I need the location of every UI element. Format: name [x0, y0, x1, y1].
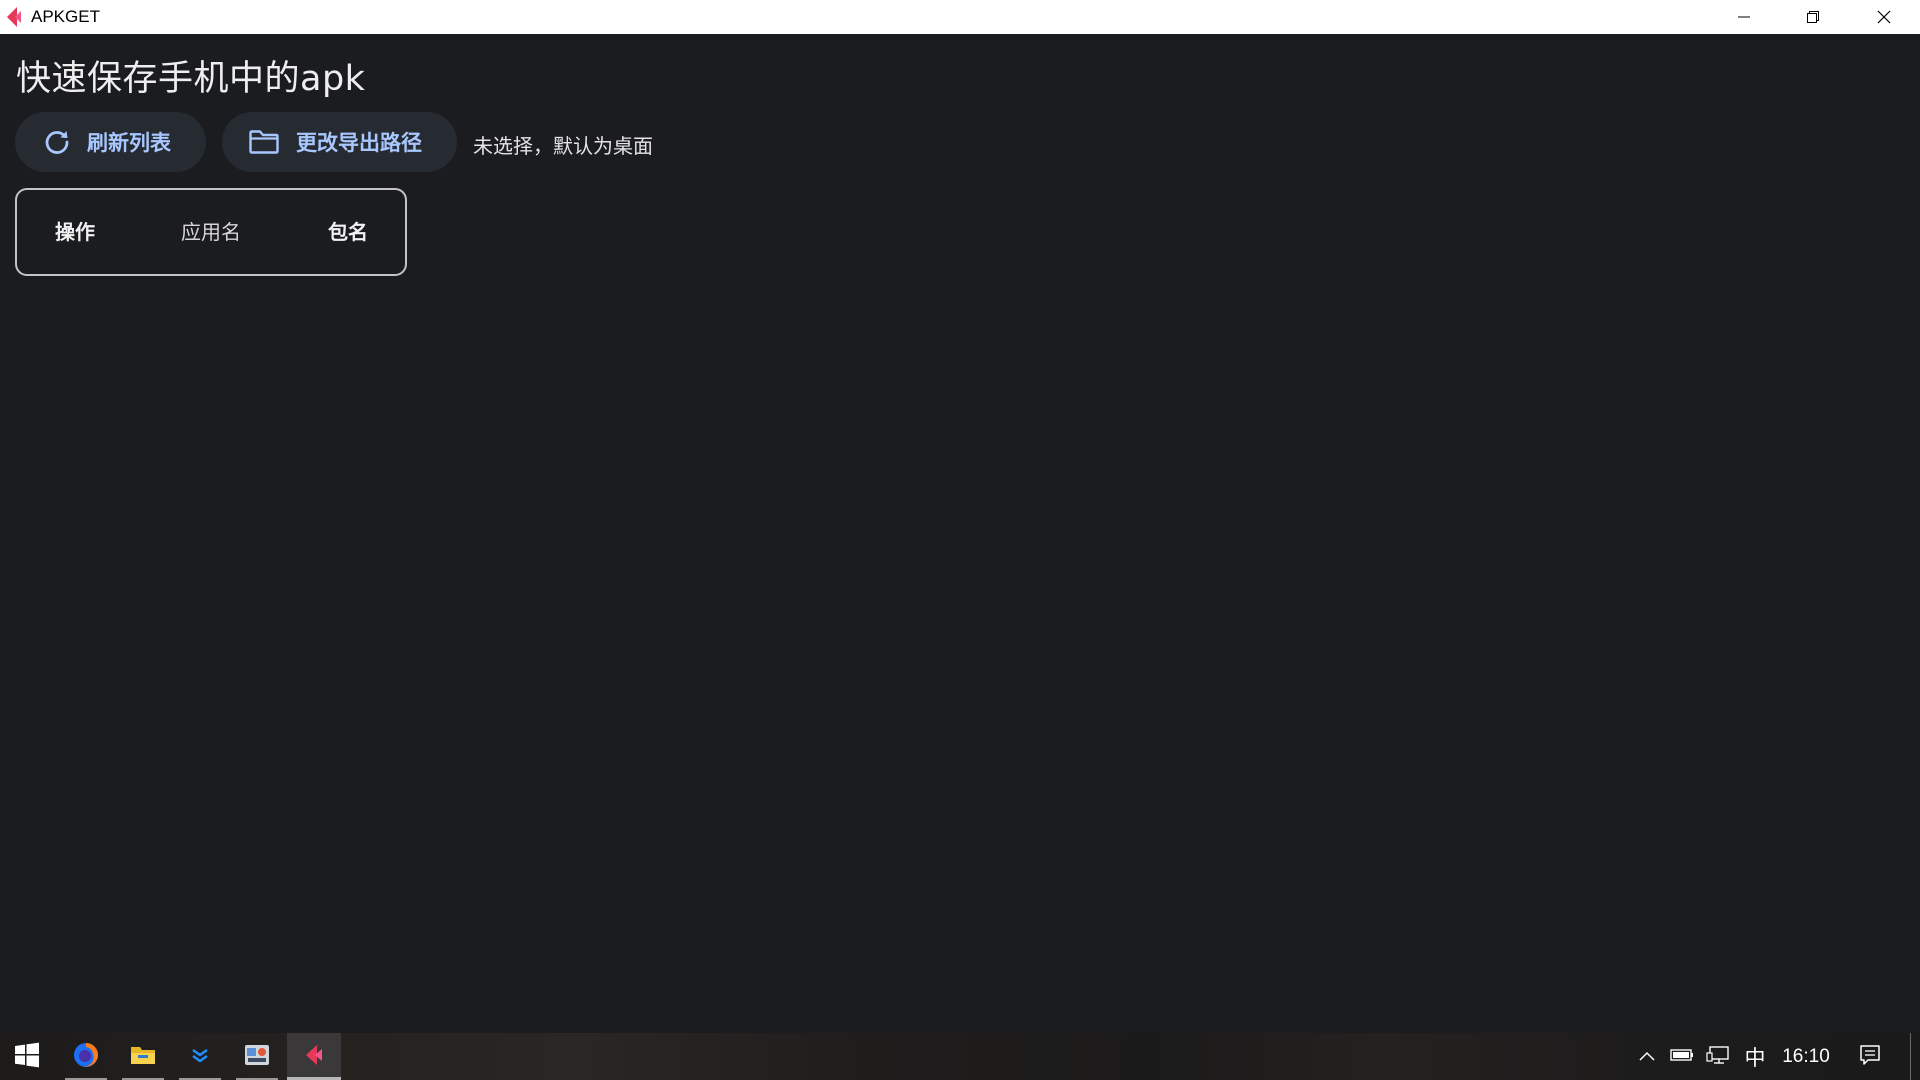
taskbar-app-tools[interactable] [230, 1033, 284, 1080]
export-path-status: 未选择，默认为桌面 [473, 134, 653, 158]
notification-center-button[interactable] [1852, 1033, 1888, 1080]
chevron-up-icon [1638, 1047, 1656, 1066]
minimize-button[interactable] [1709, 0, 1778, 34]
firefox-icon [72, 1041, 100, 1073]
tray-network-button[interactable] [1704, 1033, 1732, 1080]
tools-icon [244, 1043, 270, 1071]
apk-table: 操作 应用名 包名 [15, 188, 407, 276]
input-method-indicator[interactable]: 中 [1740, 1033, 1770, 1080]
page-title: 快速保存手机中的apk [16, 59, 366, 99]
close-button[interactable] [1849, 0, 1918, 34]
battery-icon [1670, 1047, 1694, 1066]
apkget-logo-icon [4, 6, 24, 28]
chevrons-icon [189, 1044, 211, 1070]
change-export-path-label: 更改导出路径 [296, 131, 422, 155]
taskbar-app-firefox[interactable] [59, 1033, 113, 1080]
taskbar-clock[interactable]: 16:10 [1776, 1033, 1836, 1080]
folder-icon [130, 1044, 156, 1070]
folder-icon [248, 129, 280, 155]
refresh-list-label: 刷新列表 [87, 131, 171, 155]
taskbar: 中 16:10 [0, 1033, 1920, 1080]
tray-battery-button[interactable] [1668, 1033, 1696, 1080]
show-desktop-button[interactable] [1910, 1033, 1920, 1080]
restore-button[interactable] [1778, 0, 1847, 34]
restore-icon [1805, 9, 1821, 25]
notification-icon [1859, 1044, 1881, 1070]
start-button[interactable] [0, 1033, 54, 1080]
refresh-list-button[interactable]: 刷新列表 [15, 112, 206, 172]
windows-start-icon [14, 1042, 40, 1072]
column-header-action[interactable]: 操作 [55, 190, 95, 274]
title-bar: APKGET [0, 0, 1920, 34]
minimize-icon [1736, 9, 1752, 25]
taskbar-app-file-explorer[interactable] [116, 1033, 170, 1080]
window-title: APKGET [31, 7, 100, 26]
taskbar-app-apkget[interactable] [287, 1033, 341, 1080]
change-export-path-button[interactable]: 更改导出路径 [222, 112, 457, 172]
column-header-app-name[interactable]: 应用名 [181, 190, 241, 274]
refresh-icon [43, 128, 71, 156]
column-header-package-name[interactable]: 包名 [328, 190, 368, 274]
close-icon [1876, 9, 1892, 25]
tray-overflow-button[interactable] [1634, 1033, 1660, 1080]
taskbar-app-chevrons[interactable] [173, 1033, 227, 1080]
apkget-icon [303, 1043, 325, 1071]
network-icon [1706, 1045, 1730, 1069]
